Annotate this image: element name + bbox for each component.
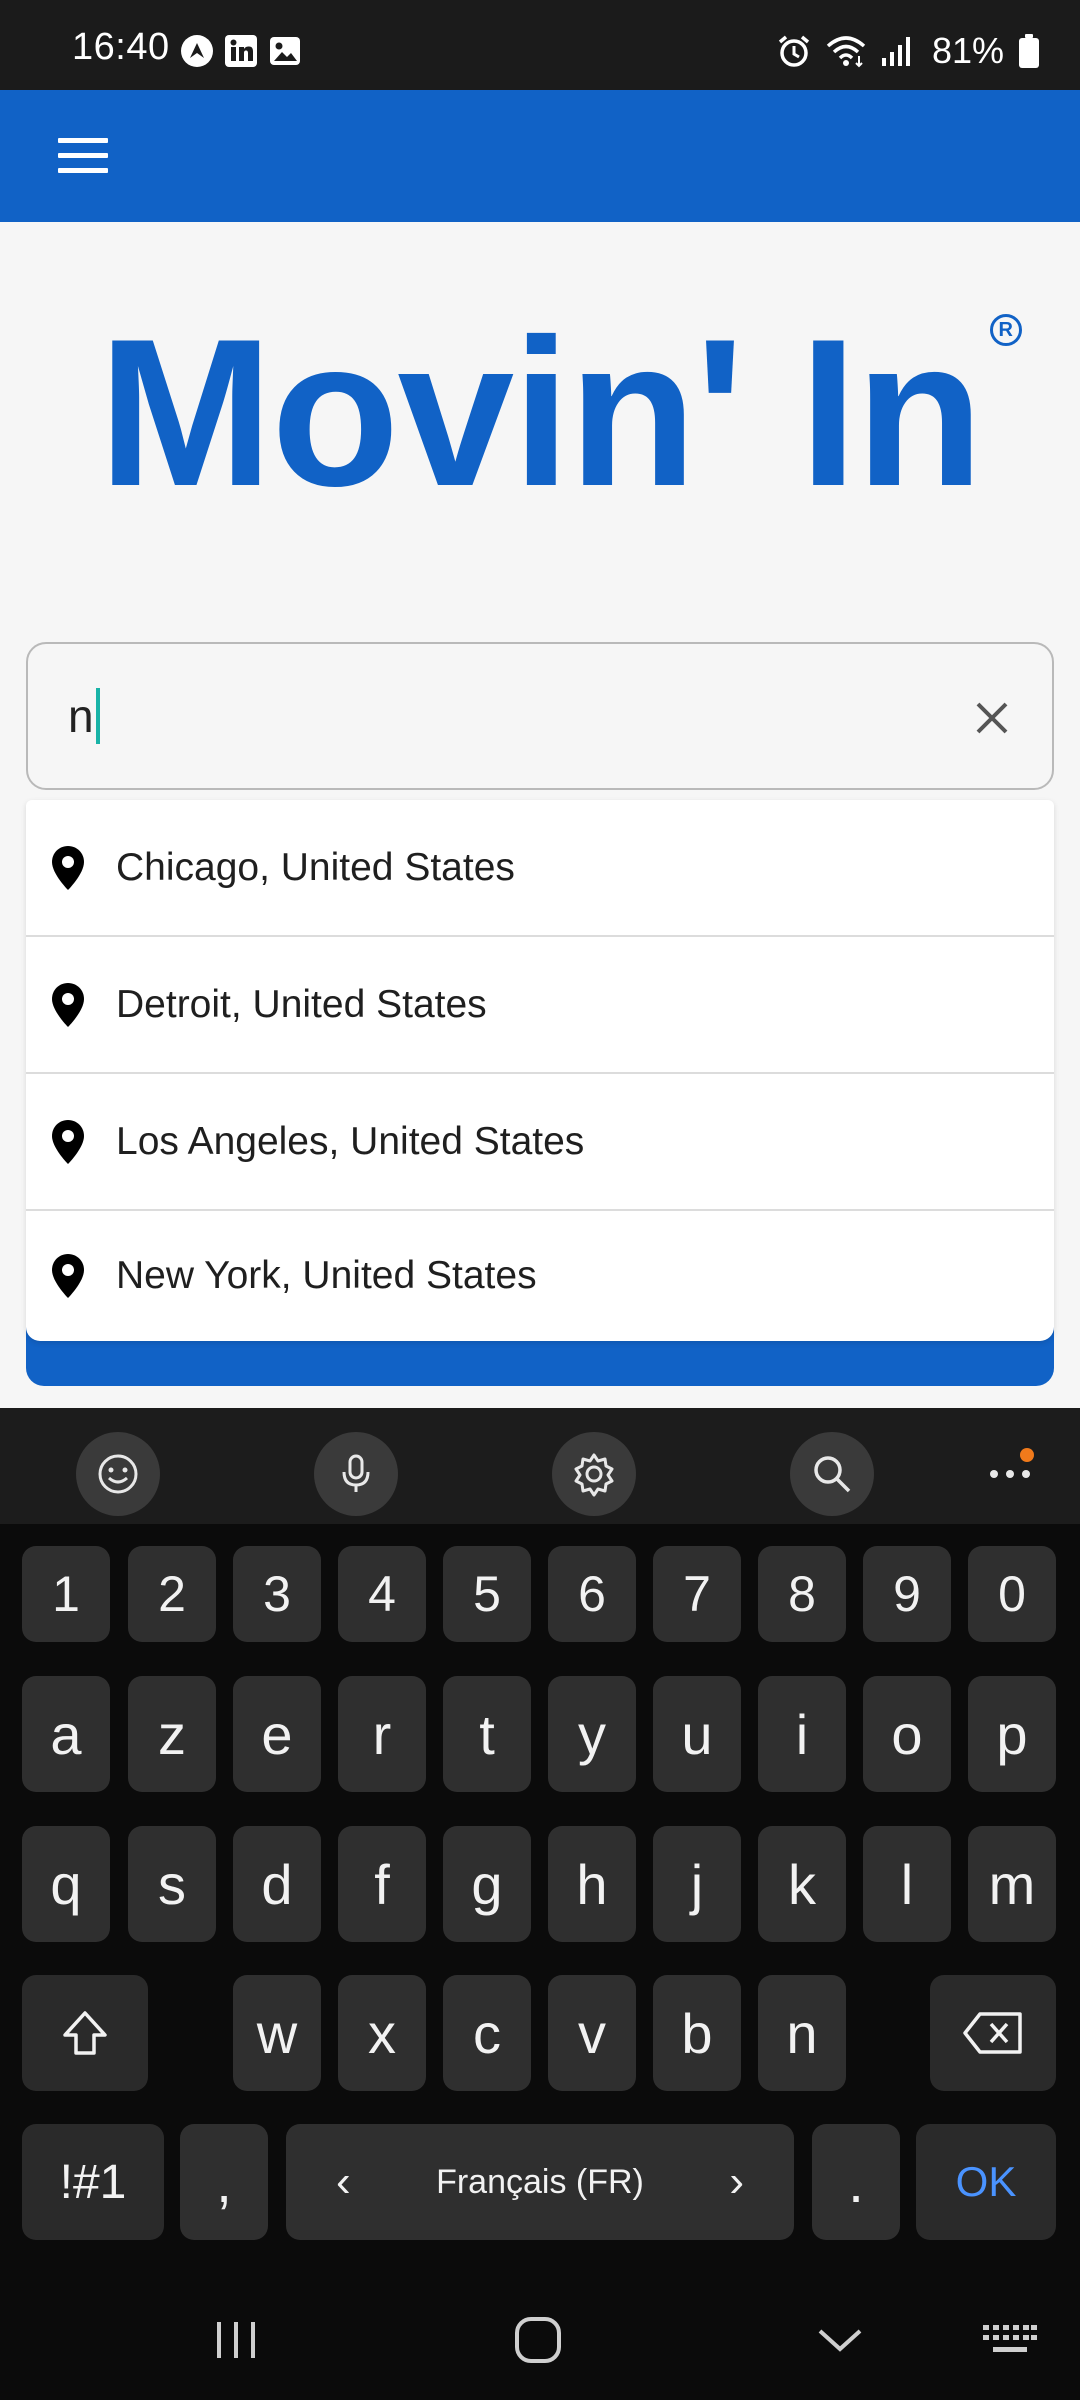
notification-icons bbox=[180, 34, 302, 68]
ok-key[interactable]: OK bbox=[916, 2124, 1056, 2240]
key-r[interactable]: r bbox=[338, 1676, 426, 1792]
space-language-label: Français (FR) bbox=[436, 2162, 644, 2201]
more-icon[interactable] bbox=[980, 1444, 1040, 1504]
period-key[interactable]: . bbox=[812, 2124, 900, 2240]
suggestion-item[interactable]: Chicago, United States bbox=[26, 800, 1054, 937]
key-p[interactable]: p bbox=[968, 1676, 1056, 1792]
alarm-icon bbox=[776, 33, 812, 69]
hamburger-menu-icon[interactable] bbox=[58, 138, 108, 174]
comma-key[interactable]: , bbox=[180, 2124, 268, 2240]
suggestion-label: Los Angeles, United States bbox=[116, 1119, 585, 1163]
key-5[interactable]: 5 bbox=[443, 1546, 531, 1642]
keyboard-toolbar bbox=[0, 1408, 1080, 1524]
status-time: 16:40 bbox=[72, 26, 170, 68]
shift-key[interactable] bbox=[22, 1975, 148, 2091]
key-f[interactable]: f bbox=[338, 1826, 426, 1942]
app-logo: Movin' In R bbox=[98, 308, 1022, 518]
key-b[interactable]: b bbox=[653, 1975, 741, 2091]
key-c[interactable]: c bbox=[443, 1975, 531, 2091]
key-a[interactable]: a bbox=[22, 1676, 110, 1792]
key-m[interactable]: m bbox=[968, 1826, 1056, 1942]
symbols-key[interactable]: !#1 bbox=[22, 2124, 164, 2240]
key-i[interactable]: i bbox=[758, 1676, 846, 1792]
key-u[interactable]: u bbox=[653, 1676, 741, 1792]
language-next-icon: › bbox=[729, 2157, 744, 2206]
suggestion-label: Detroit, United States bbox=[116, 982, 487, 1026]
key-g[interactable]: g bbox=[443, 1826, 531, 1942]
key-d[interactable]: d bbox=[233, 1826, 321, 1942]
suggestion-label: Chicago, United States bbox=[116, 845, 515, 889]
shift-icon bbox=[63, 2011, 107, 2055]
signal-icon bbox=[880, 34, 914, 68]
key-2[interactable]: 2 bbox=[128, 1546, 216, 1642]
soft-keyboard: 1 2 3 4 5 6 7 8 9 0 a z e r t y u i o p … bbox=[0, 1408, 1080, 2400]
suggestion-label: New York, United States bbox=[116, 1254, 537, 1297]
key-y[interactable]: y bbox=[548, 1676, 636, 1792]
suggestion-item[interactable]: Detroit, United States bbox=[26, 937, 1054, 1074]
search-icon[interactable] bbox=[790, 1432, 874, 1516]
key-o[interactable]: o bbox=[863, 1676, 951, 1792]
key-n[interactable]: n bbox=[758, 1975, 846, 2091]
suggestion-item[interactable]: New York, United States bbox=[26, 1211, 1054, 1341]
navigation-bar bbox=[0, 2280, 1080, 2400]
key-s[interactable]: s bbox=[128, 1826, 216, 1942]
settings-icon[interactable] bbox=[552, 1432, 636, 1516]
key-h[interactable]: h bbox=[548, 1826, 636, 1942]
key-3[interactable]: 3 bbox=[233, 1546, 321, 1642]
key-7[interactable]: 7 bbox=[653, 1546, 741, 1642]
key-e[interactable]: e bbox=[233, 1676, 321, 1792]
key-1[interactable]: 1 bbox=[22, 1546, 110, 1642]
logo-container: Movin' In R bbox=[0, 308, 1080, 518]
backspace-icon bbox=[963, 2012, 1022, 2054]
keyboard-switch-icon[interactable] bbox=[970, 2308, 1050, 2372]
key-4[interactable]: 4 bbox=[338, 1546, 426, 1642]
key-0[interactable]: 0 bbox=[968, 1546, 1056, 1642]
key-w[interactable]: w bbox=[233, 1975, 321, 2091]
microphone-icon[interactable] bbox=[314, 1432, 398, 1516]
wifi-icon bbox=[826, 34, 866, 68]
key-q[interactable]: q bbox=[22, 1826, 110, 1942]
suggestion-item[interactable]: Los Angeles, United States bbox=[26, 1074, 1054, 1211]
key-j[interactable]: j bbox=[653, 1826, 741, 1942]
backspace-key[interactable] bbox=[930, 1975, 1056, 2091]
close-icon[interactable] bbox=[962, 688, 1022, 748]
key-l[interactable]: l bbox=[863, 1826, 951, 1942]
location-pin-icon bbox=[48, 1119, 88, 1165]
notification-dot bbox=[1020, 1448, 1034, 1462]
key-v[interactable]: v bbox=[548, 1975, 636, 2091]
key-8[interactable]: 8 bbox=[758, 1546, 846, 1642]
key-x[interactable]: x bbox=[338, 1975, 426, 2091]
location-pin-icon bbox=[48, 1253, 88, 1299]
key-9[interactable]: 9 bbox=[863, 1546, 951, 1642]
emoji-icon[interactable] bbox=[76, 1432, 160, 1516]
home-icon[interactable] bbox=[498, 2308, 578, 2372]
linkedin-icon bbox=[224, 34, 258, 68]
language-prev-icon: ‹ bbox=[336, 2157, 351, 2206]
battery-percent: 81% bbox=[931, 30, 1004, 71]
gallery-icon bbox=[268, 34, 302, 68]
space-key[interactable]: ‹ Français (FR) › bbox=[286, 2124, 794, 2240]
key-z[interactable]: z bbox=[128, 1676, 216, 1792]
battery-icon bbox=[1018, 33, 1040, 69]
location-pin-icon bbox=[48, 845, 88, 891]
key-6[interactable]: 6 bbox=[548, 1546, 636, 1642]
location-pin-icon bbox=[48, 982, 88, 1028]
recent-apps-icon[interactable] bbox=[196, 2308, 276, 2372]
logo-text: Movin' In bbox=[98, 295, 984, 530]
status-bar: 16:40 81% bbox=[0, 0, 1080, 90]
suggestions-dropdown: Chicago, United States Detroit, United S… bbox=[26, 800, 1054, 1341]
key-t[interactable]: t bbox=[443, 1676, 531, 1792]
navigation-app-icon bbox=[180, 34, 214, 68]
city-search-input[interactable]: n bbox=[26, 642, 1054, 790]
back-icon[interactable] bbox=[800, 2308, 880, 2372]
system-icons: 81% bbox=[776, 30, 1040, 72]
app-bar bbox=[0, 90, 1080, 222]
text-cursor bbox=[95, 688, 100, 744]
search-input-value: n bbox=[68, 690, 94, 742]
key-k[interactable]: k bbox=[758, 1826, 846, 1942]
registered-mark: R bbox=[989, 314, 1022, 346]
